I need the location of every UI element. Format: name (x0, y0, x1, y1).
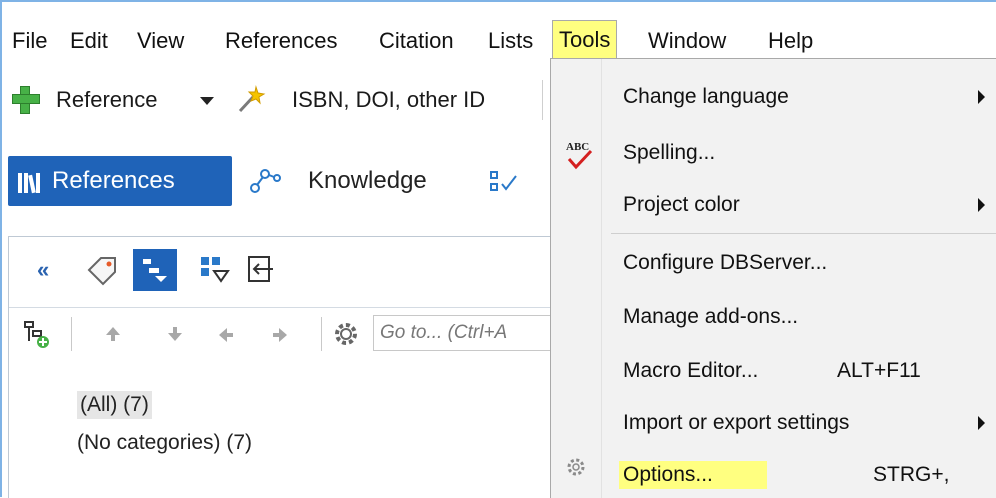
chevron-down-icon[interactable] (200, 97, 214, 105)
spelling-icon: ABC (566, 141, 593, 170)
options-shortcut: STRG+, (873, 463, 950, 486)
add-reference-button[interactable]: Reference (56, 84, 158, 116)
knowledge-icon[interactable] (248, 166, 284, 196)
gear-icon (567, 458, 585, 476)
nav-divider (321, 317, 322, 351)
add-by-identifier-button[interactable]: ISBN, DOI, other ID (292, 84, 485, 116)
tab-references-label: References (52, 167, 175, 194)
menu-item-import-export-settings[interactable]: Import or export settings (623, 409, 985, 437)
grid-filter-icon[interactable] (199, 255, 231, 285)
books-icon (18, 173, 40, 194)
tab-knowledge[interactable]: Knowledge (308, 166, 427, 196)
menu-item-label: Project color (623, 193, 740, 216)
category-none[interactable]: (No categories) (7) (77, 429, 252, 457)
tools-dropdown: Change language ABC Spelling... Project … (550, 58, 996, 498)
menu-icon-gutter (551, 59, 602, 498)
submenu-arrow-icon (978, 198, 985, 212)
menu-tools[interactable]: Tools (552, 20, 618, 61)
add-category-icon[interactable] (23, 319, 51, 349)
add-icon[interactable] (10, 84, 40, 114)
arrow-right-icon[interactable] (271, 327, 289, 343)
gear-icon[interactable] (331, 319, 361, 349)
menu-item-change-language[interactable]: Change language (623, 83, 985, 111)
tasks-icon[interactable] (488, 168, 524, 198)
toolbar-divider (542, 80, 543, 120)
category-panel: « Go to... (Ctrl+A (All) (7) (No categor… (8, 236, 555, 498)
arrow-down-icon[interactable] (167, 325, 183, 343)
menu-item-configure-dbserver[interactable]: Configure DBServer... (623, 249, 827, 277)
menu-item-spelling[interactable]: Spelling... (623, 139, 715, 167)
menu-citation[interactable]: Citation (375, 26, 458, 56)
panel-nav-toolbar: Go to... (Ctrl+A (9, 311, 555, 357)
macro-editor-shortcut: ALT+F11 (837, 359, 921, 382)
category-all[interactable]: (All) (7) (77, 391, 152, 419)
nav-divider (71, 317, 72, 351)
panel-toolbar: « (9, 247, 553, 297)
menu-item-project-color[interactable]: Project color (623, 191, 985, 219)
menu-window[interactable]: Window (644, 26, 730, 56)
menu-lists[interactable]: Lists (484, 26, 537, 56)
submenu-arrow-icon (978, 416, 985, 430)
menu-separator (611, 233, 996, 234)
svg-text:ABC: ABC (566, 141, 589, 153)
menu-item-manage-addons[interactable]: Manage add-ons... (623, 303, 798, 331)
menu-edit[interactable]: Edit (66, 26, 112, 56)
menu-item-macro-editor[interactable]: Macro Editor... (623, 357, 758, 385)
panel-divider (9, 307, 553, 308)
tab-references[interactable]: References (8, 156, 232, 206)
menu-item-label: Change language (623, 85, 789, 108)
arrow-up-icon[interactable] (105, 325, 121, 343)
magic-wand-icon[interactable] (236, 84, 266, 114)
menu-file[interactable]: File (8, 26, 51, 56)
import-icon[interactable] (245, 253, 277, 285)
menu-item-label: Import or export settings (623, 411, 850, 434)
collapse-icon[interactable]: « (37, 257, 49, 283)
submenu-arrow-icon (978, 90, 985, 104)
menu-view[interactable]: View (133, 26, 188, 56)
tag-icon[interactable] (85, 253, 119, 287)
tree-filter-icon (143, 259, 167, 282)
menu-help[interactable]: Help (764, 26, 817, 56)
main-toolbar: Reference ISBN, DOI, other ID (2, 80, 552, 130)
go-to-input[interactable]: Go to... (Ctrl+A (373, 315, 555, 351)
arrow-left-icon[interactable] (217, 327, 235, 343)
category-view-button[interactable] (133, 249, 177, 291)
navigator-tabs: References Knowledge (2, 150, 552, 210)
menu-item-options[interactable]: Options... (619, 461, 767, 489)
menu-references[interactable]: References (221, 26, 342, 56)
